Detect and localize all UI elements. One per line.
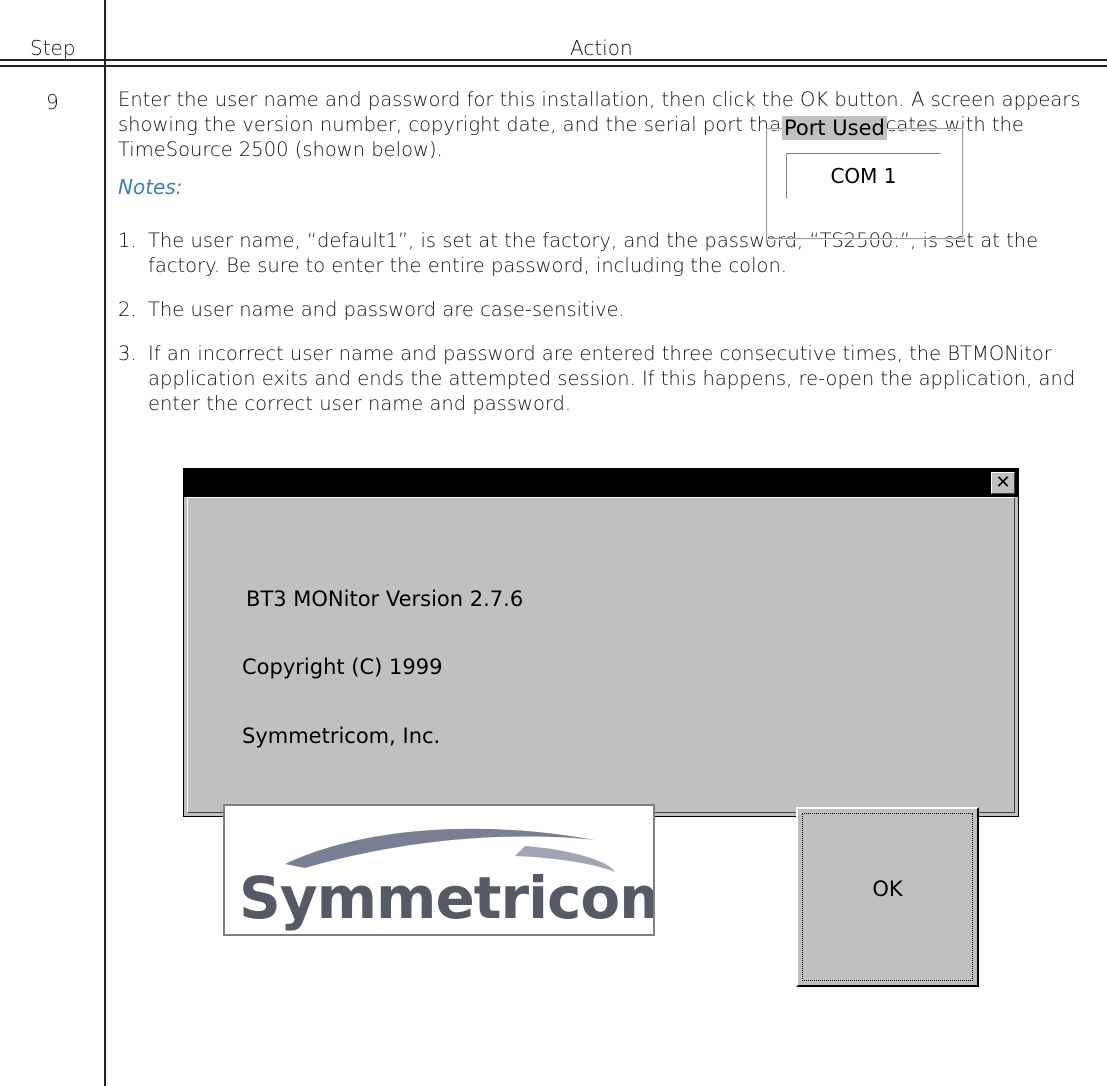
copyright-text: Copyright (C) 1999 [242,655,443,679]
note-number: 3. [118,342,137,365]
symmetricom-logo: Symmetricom [223,804,655,936]
note-text: The user name and password are case-sens… [148,298,625,321]
header-rule-top [0,59,1107,61]
table-column-divider [104,0,106,1086]
close-button[interactable]: ✕ [991,472,1015,494]
step-number: 9 [46,90,59,114]
monitor-dialog: ✕ [184,469,1018,816]
header-action: Action [570,36,633,60]
header-step: Step [30,36,76,60]
port-value-field: COM 1 [786,153,941,199]
notes-label: Notes: [118,175,183,199]
header-rule-bottom [0,65,1107,67]
logo-wordmark: Symmetricom [239,864,655,932]
version-text: BT3 MONitor Version 2.7.6 [246,587,524,611]
note-number: 2. [118,298,137,321]
note-item: 2. The user name and password are case-s… [118,297,1093,322]
port-used-label: Port Used [782,116,887,140]
ok-button[interactable]: OK [796,807,979,987]
note-text: If an incorrect user name and password a… [148,342,1076,415]
ok-button-label: OK [872,877,903,901]
company-text: Symmetricom, Inc. [242,724,441,748]
note-number: 1. [118,229,137,252]
note-item: 3. If an incorrect user name and passwor… [118,341,1093,416]
dialog-title-bar: ✕ [184,469,1018,497]
